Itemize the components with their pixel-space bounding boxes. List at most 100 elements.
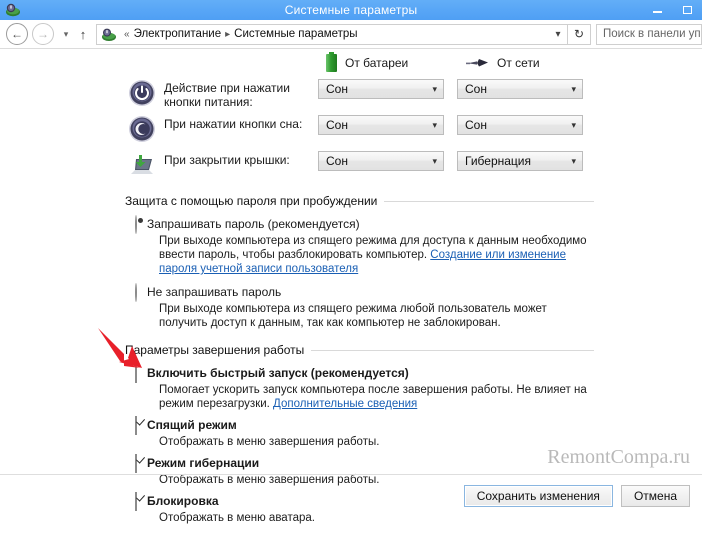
fast-startup-checkbox-wrap — [125, 364, 147, 411]
row-lid-close-label: При закрытии крышки: — [164, 153, 290, 167]
maximize-button[interactable] — [672, 0, 702, 20]
settings-content: От батареи От сети Действие при нажатии … — [0, 49, 702, 524]
window-controls — [642, 0, 702, 20]
power-button-battery-value: Сон — [326, 82, 348, 96]
fast-startup-desc: Помогает ускорить запуск компьютера посл… — [147, 383, 594, 411]
more-info-link[interactable]: Дополнительные сведения — [273, 398, 417, 410]
fast-startup-title: Включить быстрый запуск (рекомендуется) — [147, 366, 409, 380]
window-title: Системные параметры — [284, 3, 418, 17]
footer-divider — [0, 474, 702, 475]
settings-rows: Действие при нажатии кнопки питания: Сон… — [0, 79, 702, 184]
battery-icon — [326, 52, 337, 72]
power-button-icon — [128, 79, 156, 107]
chevron-down-icon: ▾ — [432, 119, 437, 130]
hibernate-mode-body: Режим гибернации Отображать в меню завер… — [147, 454, 594, 487]
window-icon — [5, 2, 21, 18]
breadcrumb-prefix: « — [124, 28, 130, 40]
row-power-button-action: Действие при нажатии кнопки питания: Сон… — [0, 79, 702, 112]
shutdown-group-header: Параметры завершения работы — [125, 343, 594, 357]
lock-title: Блокировка — [147, 494, 219, 508]
require-password-body: Запрашивать пароль (рекомендуется) При в… — [147, 215, 594, 276]
row-lid-close-action: При закрытии крышки: Сон ▾ Гибернация ▾ — [0, 151, 702, 184]
option-hibernate-mode[interactable]: Режим гибернации Отображать в меню завер… — [125, 454, 594, 487]
minimize-button[interactable] — [642, 0, 672, 20]
password-group-header: Защита с помощью пароля при пробуждении — [125, 194, 594, 208]
cancel-button[interactable]: Отмена — [620, 485, 690, 507]
password-group-title: Защита с помощью пароля при пробуждении — [125, 194, 378, 208]
option-fast-startup[interactable]: Включить быстрый запуск (рекомендуется) … — [125, 364, 594, 411]
row-sleep-button-action: При нажатии кнопки сна: Сон ▾ Сон ▾ — [0, 115, 702, 148]
sleep-button-ac-select[interactable]: Сон ▾ — [457, 115, 583, 135]
sleep-moon-icon — [128, 115, 156, 143]
save-changes-button[interactable]: Сохранить изменения — [463, 485, 613, 507]
lid-close-ac-value: Гибернация — [465, 154, 531, 168]
sleep-mode-checkbox-wrap — [125, 416, 147, 449]
breadcrumb-system-settings[interactable]: Системные параметры — [234, 28, 357, 40]
lid-close-battery-select[interactable]: Сон ▾ — [318, 151, 444, 171]
power-plug-icon — [465, 57, 489, 70]
fast-startup-checkbox[interactable] — [135, 364, 137, 383]
sleep-button-ac-value: Сон — [465, 118, 487, 132]
back-arrow-icon[interactable]: ← — [6, 23, 28, 45]
power-source-headers: От батареи От сети — [0, 49, 702, 77]
option-sleep-mode[interactable]: Спящий режим Отображать в меню завершени… — [125, 416, 594, 449]
lid-close-battery-value: Сон — [326, 154, 348, 168]
hibernate-mode-checkbox-wrap — [125, 454, 147, 487]
no-password-radio-wrap — [125, 283, 147, 330]
window-titlebar[interactable]: Системные параметры — [0, 0, 702, 20]
sleep-mode-checkbox[interactable] — [135, 416, 137, 435]
no-password-radio[interactable] — [135, 283, 137, 302]
sleep-mode-title: Спящий режим — [147, 418, 237, 432]
require-password-desc: При выходе компьютера из спящего режима … — [147, 234, 594, 276]
sleep-mode-body: Спящий режим Отображать в меню завершени… — [147, 416, 594, 449]
no-password-desc: При выходе компьютера из спящего режима … — [159, 303, 547, 329]
refresh-icon[interactable]: ↻ — [568, 23, 591, 45]
breadcrumb-separator: ▸ — [225, 28, 231, 40]
lid-close-ac-select[interactable]: Гибернация ▾ — [457, 151, 583, 171]
forward-arrow-icon[interactable]: → — [32, 23, 54, 45]
no-password-body: Не запрашивать пароль При выходе компьют… — [147, 283, 594, 330]
require-password-title: Запрашивать пароль (рекомендуется) — [147, 217, 360, 231]
breadcrumb-power-options[interactable]: Электропитание — [134, 28, 222, 40]
column-header-battery: От батареи — [326, 52, 465, 72]
lock-desc: Отображать в меню аватара. — [159, 512, 315, 524]
chevron-down-icon: ▾ — [571, 119, 576, 130]
hibernate-mode-title: Режим гибернации — [147, 456, 260, 470]
chevron-down-icon[interactable]: ▾ — [58, 29, 74, 40]
lock-checkbox[interactable] — [135, 492, 137, 511]
row-sleep-button-label: При нажатии кнопки сна: — [164, 117, 303, 131]
chevron-down-icon: ▾ — [432, 83, 437, 94]
no-password-title: Не запрашивать пароль — [147, 285, 282, 299]
sleep-button-battery-select[interactable]: Сон ▾ — [318, 115, 444, 135]
option-require-password[interactable]: Запрашивать пароль (рекомендуется) При в… — [125, 215, 594, 276]
watermark: RemontCompa.ru — [547, 446, 690, 468]
power-button-ac-value: Сон — [465, 82, 487, 96]
sleep-button-battery-value: Сон — [326, 118, 348, 132]
fast-startup-body: Включить быстрый запуск (рекомендуется) … — [147, 364, 594, 411]
address-power-options-icon — [101, 27, 117, 42]
chevron-down-icon: ▾ — [571, 155, 576, 166]
group-divider — [311, 349, 594, 351]
chevron-down-icon: ▾ — [432, 155, 437, 166]
address-bar[interactable]: « Электропитание ▸ Системные параметры ▾ — [96, 23, 568, 45]
up-arrow-icon[interactable]: ↑ — [74, 27, 92, 42]
column-header-battery-label: От батареи — [345, 56, 409, 70]
power-button-ac-select[interactable]: Сон ▾ — [457, 79, 583, 99]
group-divider — [384, 200, 594, 202]
chevron-down-icon: ▾ — [571, 83, 576, 94]
require-password-radio-wrap — [125, 215, 147, 276]
column-header-ac: От сети — [465, 56, 604, 70]
lock-checkbox-wrap — [125, 492, 147, 525]
navigation-bar: ← → ▾ ↑ « Электропитание ▸ Системные пар… — [0, 20, 702, 49]
column-header-ac-label: От сети — [497, 56, 540, 70]
shutdown-group-title: Параметры завершения работы — [125, 343, 305, 357]
search-input[interactable]: Поиск в панели управления — [596, 23, 702, 45]
dialog-buttons: Сохранить изменения Отмена — [463, 485, 690, 507]
power-button-battery-select[interactable]: Сон ▾ — [318, 79, 444, 99]
option-no-password[interactable]: Не запрашивать пароль При выходе компьют… — [125, 283, 594, 330]
laptop-lid-icon — [128, 151, 156, 179]
require-password-radio[interactable] — [135, 215, 137, 234]
address-dropdown-chevron-down-icon[interactable]: ▾ — [549, 29, 567, 40]
hibernate-mode-checkbox[interactable] — [135, 454, 137, 473]
row-power-button-label: Действие при нажатии кнопки питания: — [164, 81, 290, 109]
